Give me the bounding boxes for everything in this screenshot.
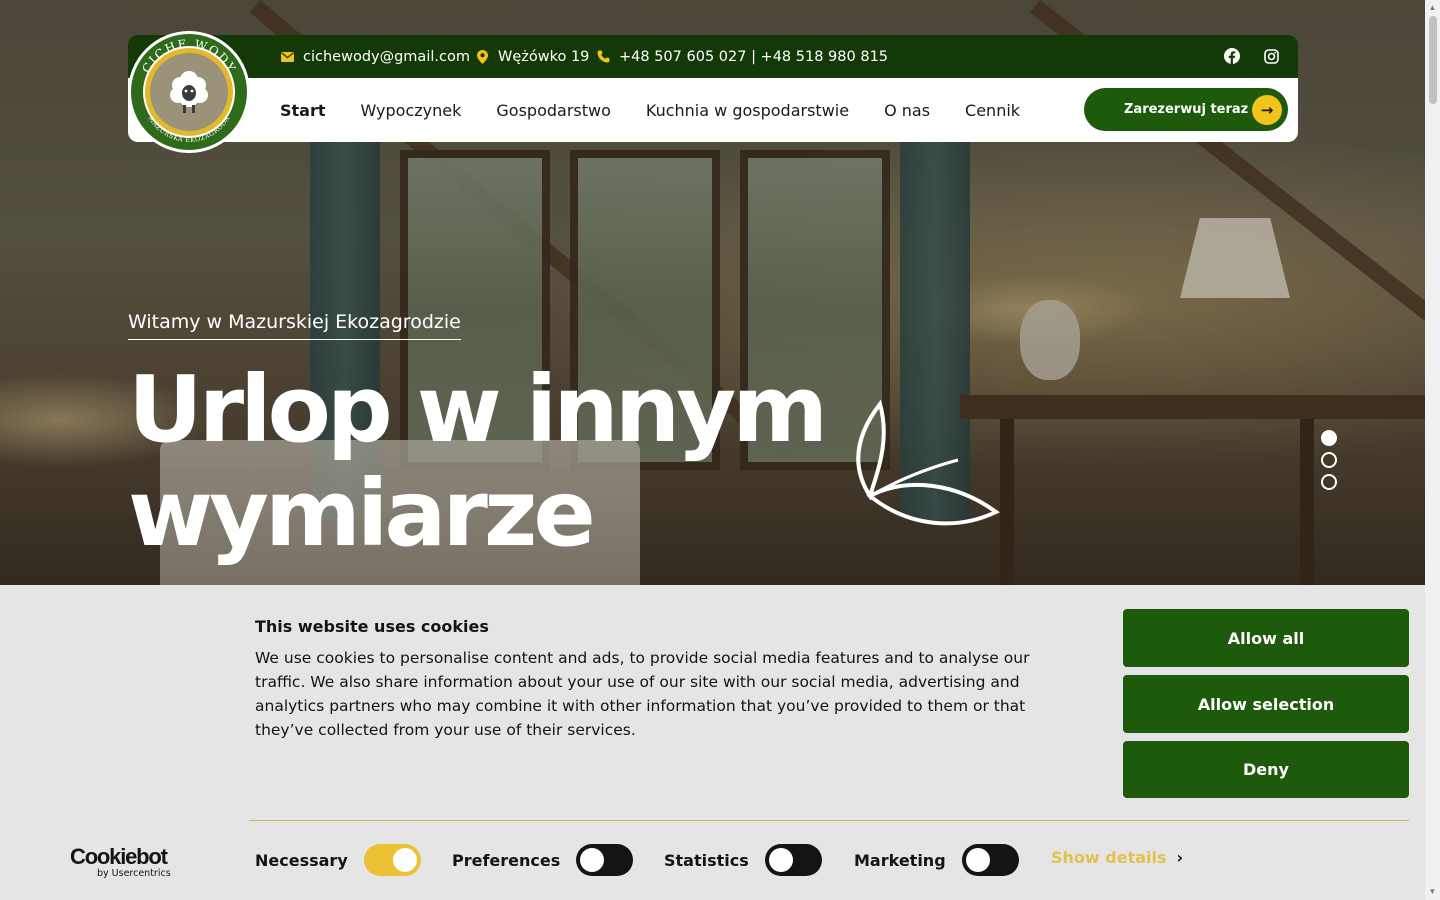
- cookiebot-logo[interactable]: Cookiebot by Usercentrics: [70, 844, 175, 880]
- switch-knob: [392, 848, 417, 872]
- slide-dot-2[interactable]: [1321, 452, 1337, 468]
- deny-button[interactable]: Deny: [1123, 741, 1409, 798]
- nav-item-o-nas[interactable]: O nas: [884, 101, 930, 120]
- sheep-icon: [150, 53, 228, 131]
- email-contact[interactable]: cichewody@gmail.com: [280, 35, 470, 78]
- nav-item-start[interactable]: Start: [280, 101, 326, 120]
- phone-icon: [596, 50, 610, 64]
- hero-kicker: Witamy w Mazurskiej Ekozagrodzie: [128, 311, 461, 340]
- toggle-necessary-label: Necessary: [255, 850, 348, 870]
- scrollbar-thumb[interactable]: [1429, 16, 1437, 104]
- allow-all-button[interactable]: Allow all: [1123, 609, 1409, 667]
- email-text: cichewody@gmail.com: [303, 48, 470, 65]
- address-text: Wężówko 19: [498, 48, 590, 65]
- toggle-marketing-label: Marketing: [854, 850, 946, 870]
- top-contact-bar: cichewody@gmail.com Wężówko 19 +48 507 6…: [128, 35, 1298, 78]
- toggle-statistics-label: Statistics: [664, 850, 749, 870]
- nav-item-cennik[interactable]: Cennik: [965, 101, 1020, 120]
- slider-dots: [1321, 430, 1337, 490]
- necessary-switch[interactable]: [363, 844, 421, 876]
- slide-dot-1[interactable]: [1321, 430, 1337, 446]
- chevron-right-icon: ›: [1176, 848, 1184, 867]
- show-details-label: Show details: [1051, 848, 1167, 867]
- cookiebot-byline: by Usercentrics: [97, 868, 171, 879]
- statistics-switch[interactable]: [764, 844, 822, 876]
- nav-item-wypoczynek[interactable]: Wypoczynek: [361, 101, 462, 120]
- arrow-right-icon: →: [1252, 95, 1282, 125]
- toggle-statistics: Statistics: [664, 844, 822, 876]
- toggle-necessary: Necessary: [255, 844, 421, 876]
- book-now-button[interactable]: Zarezerwuj teraz →: [1084, 88, 1288, 131]
- page-scrollbar[interactable]: [1425, 0, 1440, 900]
- cookie-banner: This website uses cookies We use cookies…: [0, 585, 1425, 900]
- cookie-divider: [249, 820, 1409, 821]
- toggle-marketing: Marketing: [854, 844, 1019, 876]
- phone-contact[interactable]: +48 507 605 027 | +48 518 980 815: [596, 35, 888, 78]
- scroll-up-arrow-icon[interactable]: ▲: [1427, 2, 1438, 12]
- cookie-description: We use cookies to personalise content an…: [255, 649, 1030, 739]
- site-logo[interactable]: CICHE WODY MAZURSKA EKOZAGRODA: [128, 31, 250, 153]
- allow-selection-button[interactable]: Allow selection: [1123, 675, 1409, 733]
- hero-headline-line2: wymiarze: [128, 460, 596, 567]
- switch-knob: [965, 848, 990, 872]
- hero-headline: Urlop w innym wymiarze: [128, 358, 848, 566]
- hero-headline-line1: Urlop w innym: [128, 356, 828, 463]
- scroll-down-arrow-icon[interactable]: ▼: [1427, 886, 1438, 896]
- leaf-icon: [856, 400, 1000, 526]
- facebook-icon[interactable]: [1223, 47, 1241, 65]
- toggle-preferences: Preferences: [452, 844, 634, 876]
- switch-knob: [768, 848, 793, 872]
- mail-icon: [280, 50, 294, 64]
- phone-text: +48 507 605 027 | +48 518 980 815: [619, 48, 889, 65]
- toggle-preferences-label: Preferences: [452, 850, 561, 870]
- marketing-switch[interactable]: [961, 844, 1019, 876]
- cookie-title: This website uses cookies: [255, 617, 489, 636]
- address-contact[interactable]: Wężówko 19: [475, 35, 589, 78]
- book-now-label: Zarezerwuj teraz: [1124, 102, 1249, 117]
- switch-knob: [580, 848, 605, 872]
- nav-item-gospodarstwo[interactable]: Gospodarstwo: [496, 101, 611, 120]
- slide-dot-3[interactable]: [1321, 474, 1337, 490]
- cookiebot-wordmark: Cookiebot: [70, 844, 168, 869]
- main-navigation: Start Wypoczynek Gospodarstwo Kuchnia w …: [128, 78, 1298, 142]
- instagram-icon[interactable]: [1262, 47, 1280, 65]
- nav-menu: Start Wypoczynek Gospodarstwo Kuchnia w …: [280, 78, 1055, 142]
- nav-item-kuchnia[interactable]: Kuchnia w gospodarstwie: [646, 101, 849, 120]
- show-details-link[interactable]: Show details ›: [1051, 848, 1183, 867]
- preferences-switch[interactable]: [576, 844, 634, 876]
- map-pin-icon: [475, 49, 489, 64]
